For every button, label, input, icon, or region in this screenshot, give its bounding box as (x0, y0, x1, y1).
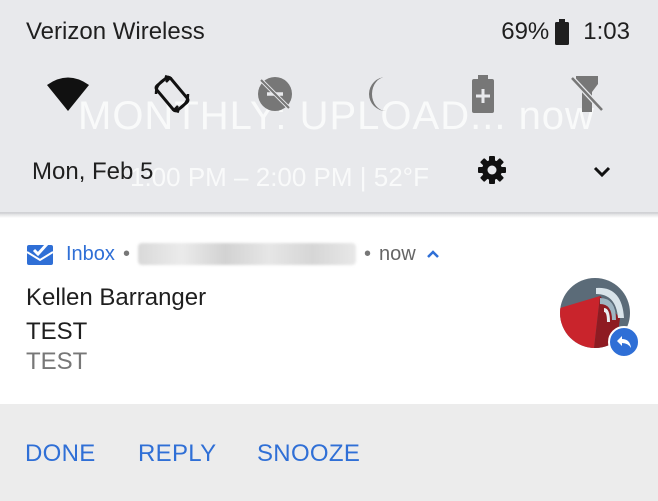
done-button[interactable]: DONE (25, 440, 96, 468)
sender-name: Kellen Barranger (26, 284, 207, 311)
snooze-button[interactable]: SNOOZE (257, 440, 360, 468)
notification-time: now (378, 242, 416, 265)
app-name: Inbox (66, 242, 115, 265)
battery-percent: 69% (501, 18, 550, 45)
status-indicators: 69% 1:03 (501, 18, 630, 46)
quick-settings-row (0, 72, 658, 116)
flashlight-off-icon (570, 76, 604, 112)
separator-dot: • (122, 242, 130, 265)
flashlight-toggle[interactable] (565, 72, 609, 116)
chevron-down-icon (593, 166, 611, 178)
do-not-disturb-icon (369, 77, 386, 111)
battery-icon (555, 19, 570, 45)
data-saver-toggle[interactable] (253, 72, 297, 116)
clock: 1:03 (583, 18, 630, 45)
shade-date: Mon, Feb 5 (32, 158, 154, 185)
settings-button[interactable] (476, 154, 508, 186)
reply-icon (617, 336, 631, 348)
redacted-account (137, 243, 356, 265)
email-subject: TEST (26, 318, 88, 345)
email-preview: TEST (26, 348, 88, 375)
notification-header: Inbox • • now (26, 242, 440, 266)
do-not-disturb-toggle[interactable] (358, 72, 402, 116)
carrier-name: Verizon Wireless (26, 18, 205, 45)
wifi-icon (47, 77, 89, 111)
separator-dot: • (363, 242, 371, 265)
battery-saver-icon (472, 75, 494, 113)
reply-button[interactable]: REPLY (138, 440, 216, 468)
wifi-toggle[interactable] (46, 72, 90, 116)
auto-rotate-icon (154, 74, 190, 114)
gear-icon (478, 156, 506, 184)
expand-shade-button[interactable] (588, 158, 616, 186)
background-notification-time: 1:00 PM – 2:00 PM | 52°F (130, 162, 429, 192)
data-saver-icon (258, 77, 292, 111)
reply-badge (608, 326, 640, 358)
notification-actions: DONE REPLY SNOOZE (0, 404, 658, 501)
inbox-notification[interactable]: Inbox • • now Kellen Barranger TEST TEST (0, 218, 658, 404)
inbox-app-icon (26, 242, 54, 265)
quick-settings-shade: MONTHLY: UPLOAD... now 1:00 PM – 2:00 PM… (0, 0, 658, 214)
chevron-up-icon[interactable] (426, 249, 440, 259)
auto-rotate-toggle[interactable] (150, 72, 194, 116)
battery-saver-toggle[interactable] (461, 72, 505, 116)
